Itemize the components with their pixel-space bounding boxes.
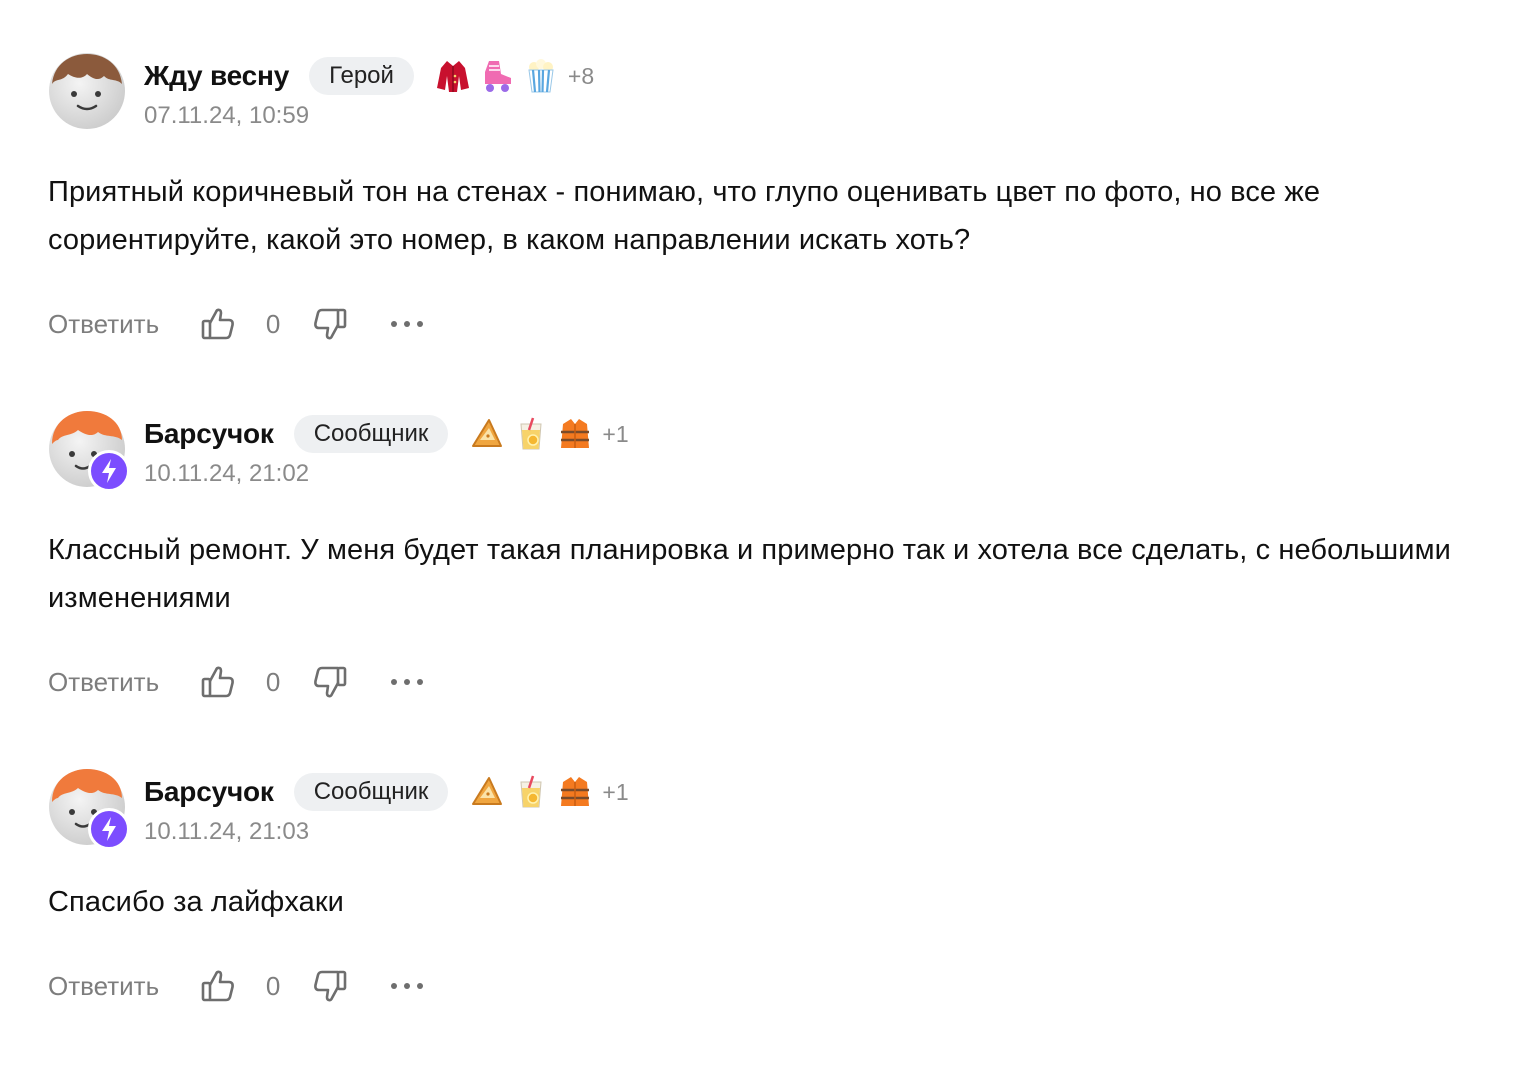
thumbs-up-icon[interactable] [199, 663, 237, 701]
life-vest-icon [556, 415, 594, 453]
achievements-more-count: +1 [602, 778, 629, 805]
comment-text: Приятный коричневый тон на стенах - пони… [48, 176, 1321, 256]
comment-actions: Ответить 0 [48, 302, 1478, 346]
reply-button[interactable]: Ответить [48, 971, 159, 1002]
lightning-icon [88, 450, 130, 492]
comment-date: 10.11.24, 21:02 [144, 460, 310, 487]
thumbs-down-icon[interactable] [311, 663, 349, 701]
pastry-icon [468, 773, 506, 811]
avatar[interactable] [48, 768, 130, 850]
likes-count: 0 [265, 970, 281, 1001]
author-name[interactable]: Жду весну [144, 60, 289, 92]
popcorn-icon [522, 57, 560, 95]
achievement-list[interactable]: +1 [468, 773, 629, 811]
avatar[interactable] [48, 52, 126, 130]
thumbs-up-icon[interactable] [199, 967, 237, 1005]
comment-header: Жду весну Герой +8 07.11.24, 10:59 [48, 52, 1478, 136]
rank-tag[interactable]: Сообщник [293, 415, 449, 453]
more-options-icon[interactable] [387, 305, 427, 343]
comment: Жду весну Герой +8 07.11.24, 10:59 Прият… [48, 52, 1478, 346]
thumbs-up-icon[interactable] [199, 305, 237, 343]
comment: Барсучок Сообщник [48, 410, 1478, 704]
rank-tag[interactable]: Герой [309, 57, 414, 95]
comment-header: Барсучок Сообщник [48, 768, 1478, 852]
comment-actions: Ответить 0 [48, 964, 1478, 1008]
author-name[interactable]: Барсучок [144, 418, 274, 450]
comment-actions: Ответить 0 [48, 660, 1478, 704]
roller-skate-icon [478, 57, 516, 95]
lightning-icon [88, 808, 130, 850]
comment-text: Классный ремонт. У меня будет такая план… [48, 534, 1451, 614]
avatar[interactable] [48, 410, 130, 492]
author-name[interactable]: Барсучок [144, 776, 274, 808]
pastry-icon [468, 415, 506, 453]
comment-text: Спасибо за лайфхаки [48, 886, 344, 918]
achievement-list[interactable]: +8 [434, 57, 594, 95]
rank-tag[interactable]: Сообщник [293, 773, 449, 811]
red-coat-icon [434, 57, 472, 95]
more-options-icon[interactable] [387, 967, 427, 1005]
life-vest-icon [556, 773, 594, 811]
comment-date: 10.11.24, 21:03 [144, 818, 310, 845]
lemonade-icon [512, 773, 550, 811]
comment-date: 07.11.24, 10:59 [144, 102, 310, 129]
likes-count: 0 [265, 308, 281, 339]
thumbs-down-icon[interactable] [311, 967, 349, 1005]
reply-button[interactable]: Ответить [48, 309, 159, 340]
comment-meta: Жду весну Герой +8 07.11.24, 10:59 [144, 56, 594, 130]
likes-count: 0 [265, 666, 281, 697]
comment-header: Барсучок Сообщник [48, 410, 1478, 494]
achievements-more-count: +8 [567, 62, 595, 89]
comment-list: Жду весну Герой +8 07.11.24, 10:59 Прият… [0, 0, 1520, 1080]
comment-meta: Барсучок Сообщник [144, 772, 629, 846]
comment-meta: Барсучок Сообщник [144, 414, 629, 488]
reply-button[interactable]: Ответить [48, 667, 159, 698]
achievement-list[interactable]: +1 [468, 415, 629, 453]
thumbs-down-icon[interactable] [311, 305, 349, 343]
comment: Барсучок Сообщник [48, 768, 1478, 1008]
more-options-icon[interactable] [387, 663, 427, 701]
lemonade-icon [512, 415, 550, 453]
achievements-more-count: +1 [602, 420, 629, 447]
